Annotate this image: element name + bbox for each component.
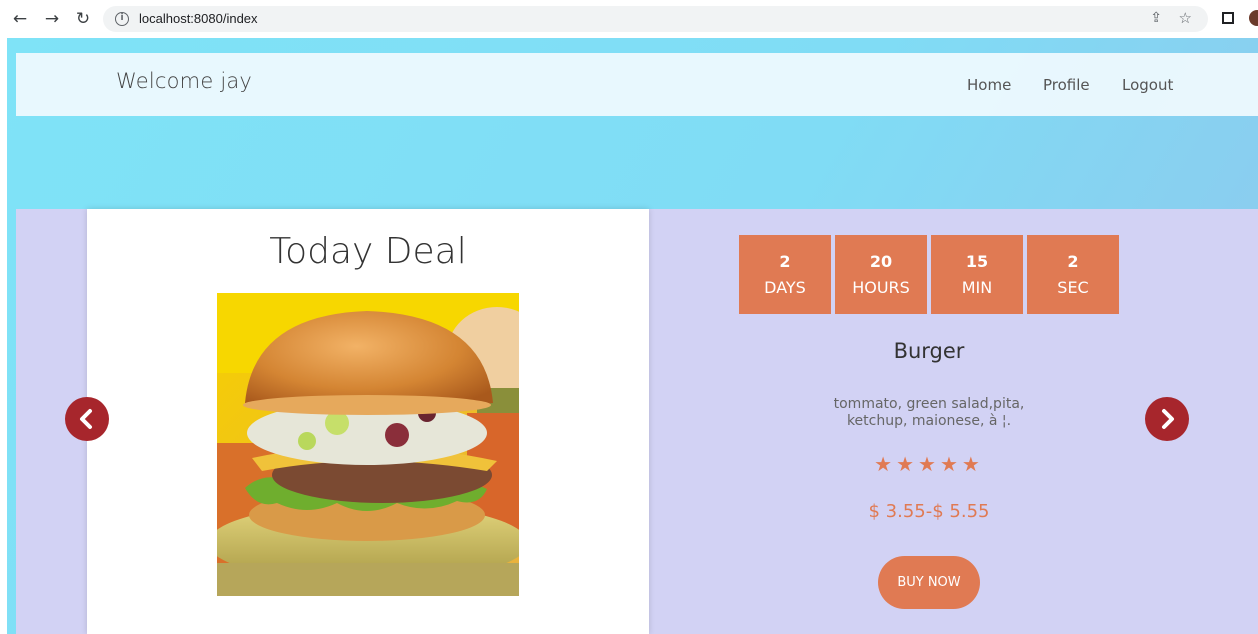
- share-icon[interactable]: ⇪: [1150, 10, 1162, 26]
- countdown-min-unit: MIN: [961, 278, 993, 297]
- carousel-next-button[interactable]: [1145, 397, 1189, 441]
- window-icon[interactable]: [1222, 12, 1234, 24]
- reload-icon[interactable]: ↻: [73, 9, 93, 29]
- countdown-hours: 20 HOURS: [835, 235, 927, 314]
- deal-card: Today Deal: [87, 209, 649, 634]
- browser-toolbar: ← → ↻ i localhost:8080/index ⇪ ☆: [0, 0, 1258, 38]
- back-arrow-icon[interactable]: ←: [10, 9, 30, 29]
- star-icon: ★: [918, 452, 940, 476]
- product-name: Burger: [893, 339, 965, 363]
- star-icon: ★: [896, 452, 919, 476]
- product-description: tommato, green salad,pita, ketchup, maio…: [829, 396, 1029, 430]
- address-bar[interactable]: i localhost:8080/index ⇪ ☆: [103, 6, 1208, 32]
- forward-arrow-icon[interactable]: →: [42, 9, 62, 29]
- product-description-line: ketchup, maionese, à ¦.: [846, 413, 1012, 429]
- navbar: Welcome jay Home Profile Logout: [16, 53, 1258, 116]
- countdown-hours-unit: HOURS: [852, 278, 910, 297]
- brand-title: Welcome jay: [116, 69, 253, 93]
- deal-section: Today Deal 2 DAYS 20 HOURS 15 MIN 2 SEC …: [16, 209, 1258, 634]
- countdown-min-value: 15: [965, 252, 989, 271]
- countdown-min: 15 MIN: [931, 235, 1023, 314]
- page-viewport: Welcome jay Home Profile Logout Today De…: [7, 38, 1258, 634]
- nav-link-home[interactable]: Home: [967, 76, 1011, 94]
- avatar[interactable]: [1249, 10, 1258, 26]
- countdown-sec-unit: SEC: [1057, 278, 1089, 297]
- chevron-right-icon: [1162, 409, 1174, 429]
- star-icon: ★: [874, 452, 897, 476]
- countdown-days-unit: DAYS: [764, 278, 806, 297]
- url-text[interactable]: localhost:8080/index: [139, 11, 258, 26]
- buy-now-button[interactable]: BUY NOW: [878, 556, 980, 609]
- star-icon: ★: [939, 452, 962, 476]
- chevron-left-icon: [80, 409, 92, 429]
- countdown-timer: 2 DAYS 20 HOURS 15 MIN 2 SEC: [739, 235, 1119, 314]
- countdown-days: 2 DAYS: [739, 235, 831, 314]
- info-icon[interactable]: i: [115, 12, 129, 26]
- deal-title: Today Deal: [269, 231, 467, 272]
- nav-link-profile[interactable]: Profile: [1043, 76, 1090, 94]
- product-description-line: tommato, green salad,pita,: [833, 396, 1025, 412]
- star-icon: ★: [961, 452, 984, 476]
- burger-image: [217, 293, 519, 596]
- carousel-prev-button[interactable]: [65, 397, 109, 441]
- star-rating: ★★★★★: [829, 452, 1029, 476]
- countdown-hours-value: 20: [869, 252, 893, 271]
- nav-link-logout[interactable]: Logout: [1122, 76, 1173, 94]
- countdown-sec-value: 2: [1067, 252, 1079, 271]
- star-icon[interactable]: ☆: [1179, 9, 1192, 27]
- countdown-sec: 2 SEC: [1027, 235, 1119, 314]
- price-range: $ 3.55-$ 5.55: [868, 501, 990, 522]
- countdown-days-value: 2: [779, 252, 791, 271]
